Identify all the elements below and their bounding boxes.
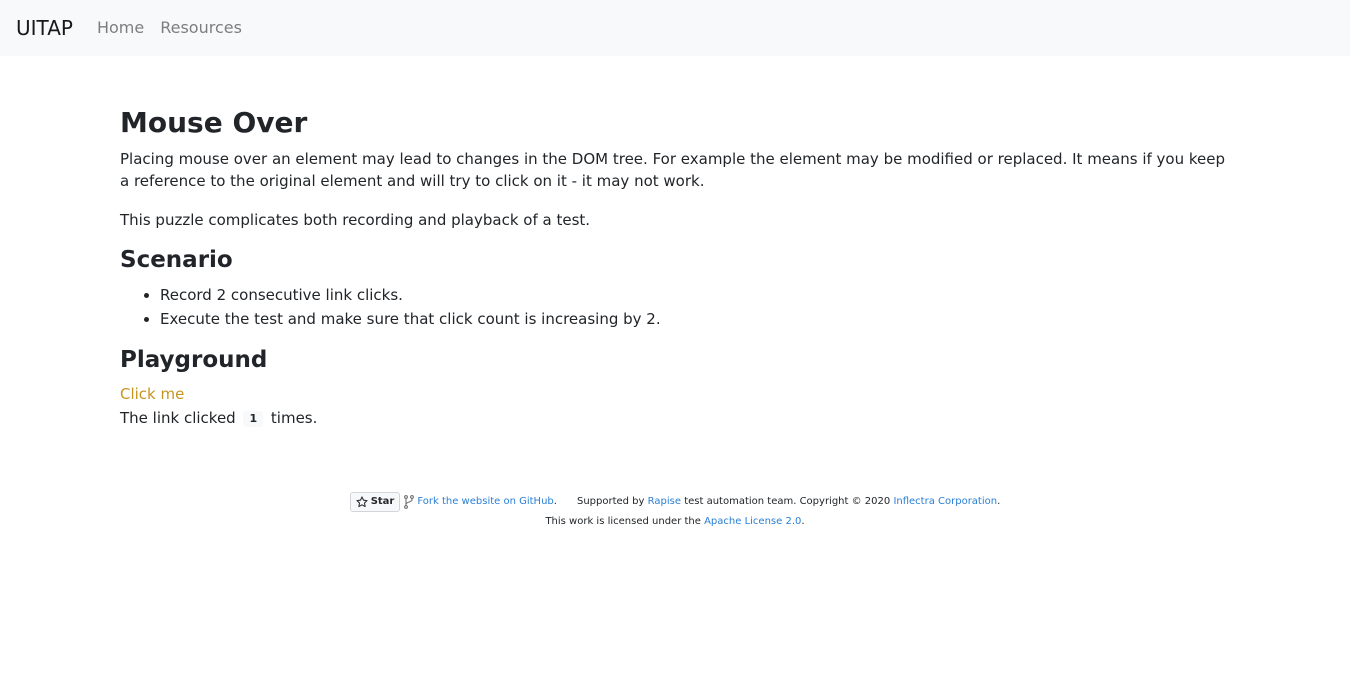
nav-resources-link[interactable]: Resources — [152, 20, 250, 36]
license-text: This work is licensed under the — [545, 516, 701, 528]
fork-end: . — [553, 496, 557, 508]
inflectra-link[interactable]: Inflectra Corporation — [893, 492, 997, 512]
supported-by-text: Supported by — [576, 496, 645, 508]
counter-prefix: The link clicked — [120, 409, 236, 428]
star-label: Star — [370, 496, 395, 508]
scenario-list: Record 2 consecutive link clicks. Execut… — [120, 283, 1230, 331]
license-end: . — [801, 516, 805, 528]
click-count-badge: 1 — [243, 411, 264, 428]
top-navbar: UITAP Home Resources — [0, 0, 1350, 56]
team-copyright-text: test automation team. Copyright © 2020 — [684, 496, 891, 508]
footer-row-license: This work is licensed under the Apache L… — [0, 512, 1350, 532]
note-paragraph: This puzzle complicates both recording a… — [120, 210, 591, 229]
scenario-heading: Scenario — [120, 247, 233, 274]
click-me-link[interactable]: Click me — [120, 382, 184, 406]
counter-suffix: times. — [270, 409, 318, 428]
playground-heading: Playground — [120, 346, 268, 373]
scenario-item: Record 2 consecutive link clicks. — [160, 283, 1230, 307]
inflectra-end: . — [997, 496, 1001, 508]
rapise-link[interactable]: Rapise — [648, 492, 681, 512]
intro-paragraph: Placing mouse over an element may lead t… — [120, 149, 1225, 191]
github-star-button[interactable]: Star — [349, 492, 401, 513]
apache-license-link[interactable]: Apache License 2.0 — [704, 512, 801, 532]
star-icon — [356, 496, 368, 508]
fork-github-link[interactable]: Fork the website on GitHub — [417, 492, 553, 512]
brand-link[interactable]: UITAP — [16, 18, 73, 38]
page-footer: Star Fork the website on GitHub. Support… — [0, 492, 1350, 532]
click-counter-line: The link clicked 1 times. — [120, 406, 1230, 430]
fork-icon — [404, 495, 415, 510]
page-title: Mouse Over — [120, 106, 308, 139]
main-content: Mouse Over Placing mouse over an element… — [120, 56, 1230, 430]
playground-area: Click me The link clicked 1 times. — [120, 382, 1230, 430]
footer-row-credits: Star Fork the website on GitHub. Support… — [0, 492, 1350, 513]
scenario-item: Execute the test and make sure that clic… — [160, 307, 1230, 331]
nav-home-link[interactable]: Home — [89, 20, 152, 36]
